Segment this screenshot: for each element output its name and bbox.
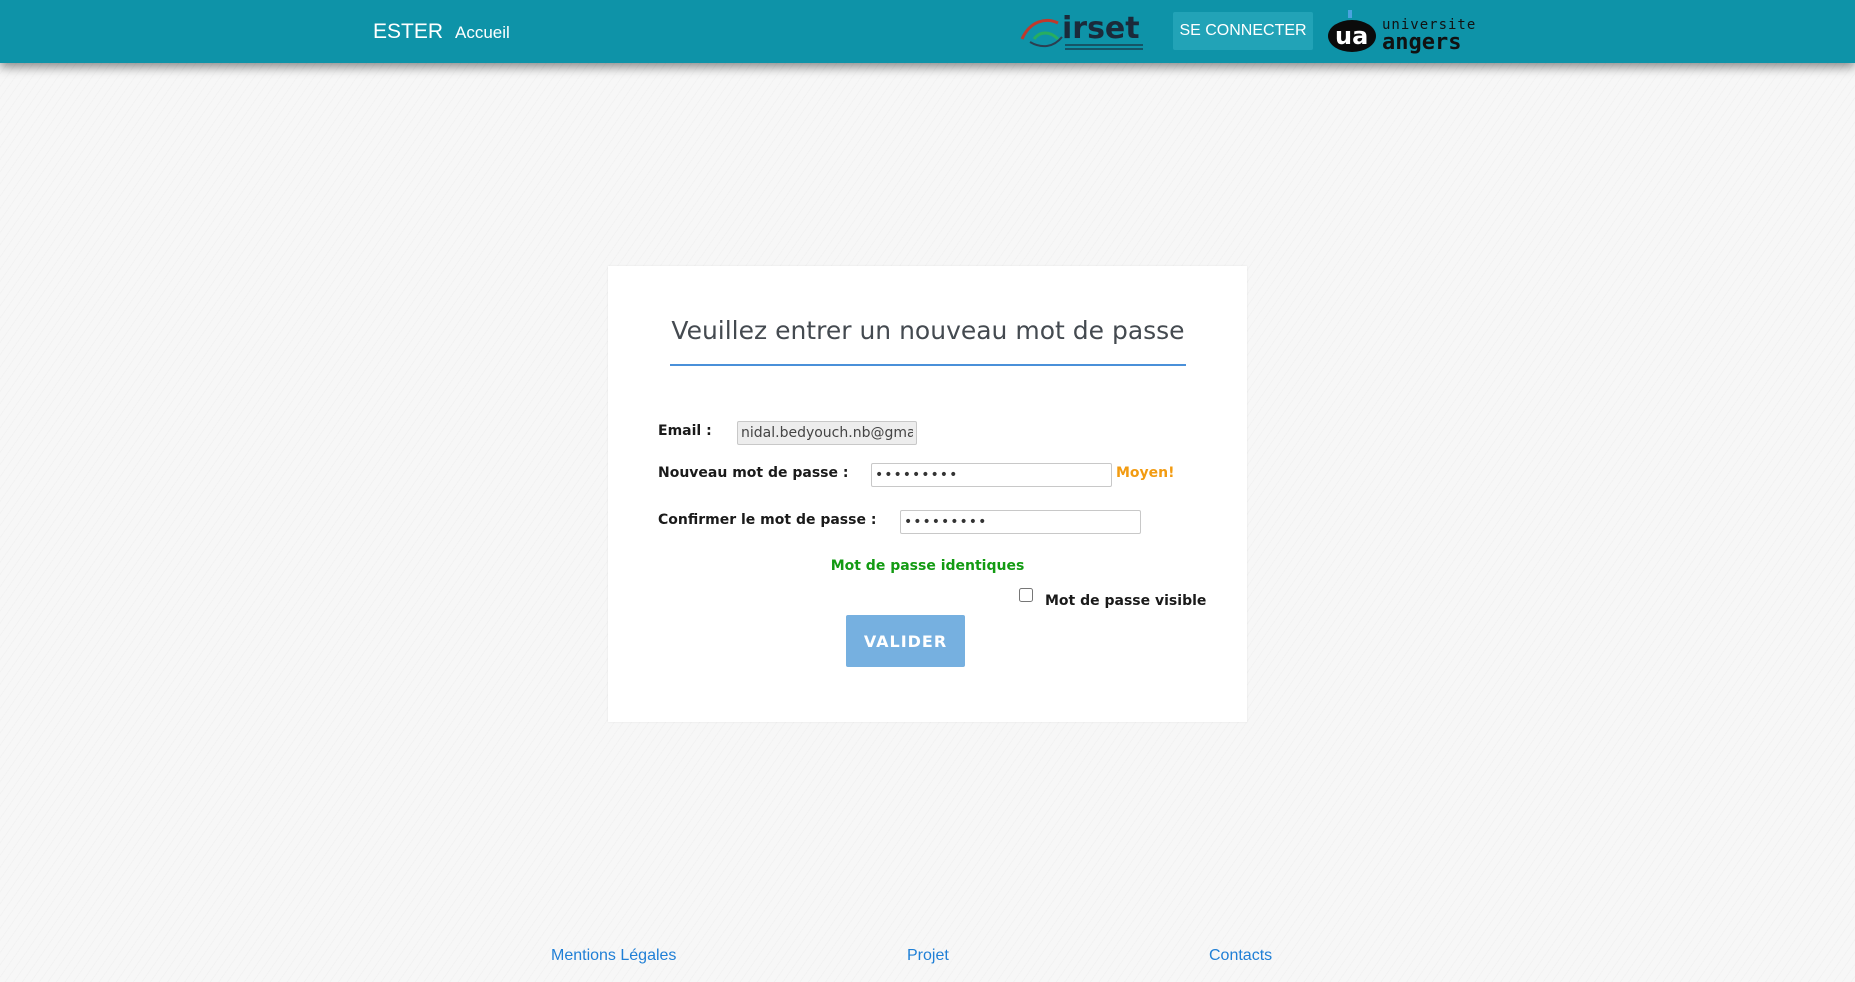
title-divider bbox=[670, 364, 1186, 366]
universite-angers-logo-icon: ua universite angers bbox=[1328, 10, 1475, 55]
svg-text:angers: angers bbox=[1382, 30, 1461, 54]
footer-link-project[interactable]: Projet bbox=[907, 946, 949, 966]
nav-link-home[interactable]: Accueil bbox=[455, 23, 510, 43]
svg-text:irset: irset bbox=[1062, 11, 1140, 46]
login-button[interactable]: SE CONNECTER bbox=[1173, 12, 1313, 50]
svg-text:ua: ua bbox=[1335, 22, 1368, 50]
brand-link[interactable]: ESTER bbox=[373, 20, 443, 44]
confirm-password-label: Confirmer le mot de passe : bbox=[658, 512, 877, 528]
footer-link-legal[interactable]: Mentions Légales bbox=[551, 946, 676, 966]
top-navbar: ESTER Accueil irset SE CONNECTER ua univ… bbox=[0, 0, 1855, 63]
show-password-label[interactable]: Mot de passe visible bbox=[1045, 592, 1206, 610]
irset-logo: irset bbox=[1020, 9, 1146, 53]
show-password-checkbox[interactable] bbox=[1019, 588, 1033, 602]
universite-angers-logo: ua universite angers bbox=[1328, 8, 1486, 55]
submit-button[interactable]: VALIDER bbox=[846, 615, 965, 667]
password-strength-indicator: Moyen! bbox=[1116, 465, 1175, 481]
password-match-message: Mot de passe identiques bbox=[830, 558, 1025, 574]
email-field[interactable] bbox=[737, 421, 917, 445]
reset-password-card: Veuillez entrer un nouveau mot de passe … bbox=[608, 266, 1247, 722]
confirm-password-field[interactable] bbox=[900, 510, 1141, 534]
new-password-field[interactable] bbox=[871, 463, 1112, 487]
new-password-label: Nouveau mot de passe : bbox=[658, 465, 849, 481]
footer-link-contacts[interactable]: Contacts bbox=[1209, 946, 1272, 966]
page-title: Veuillez entrer un nouveau mot de passe bbox=[671, 316, 1185, 345]
email-label: Email : bbox=[658, 423, 712, 439]
irset-logo-icon: irset bbox=[1020, 11, 1143, 50]
